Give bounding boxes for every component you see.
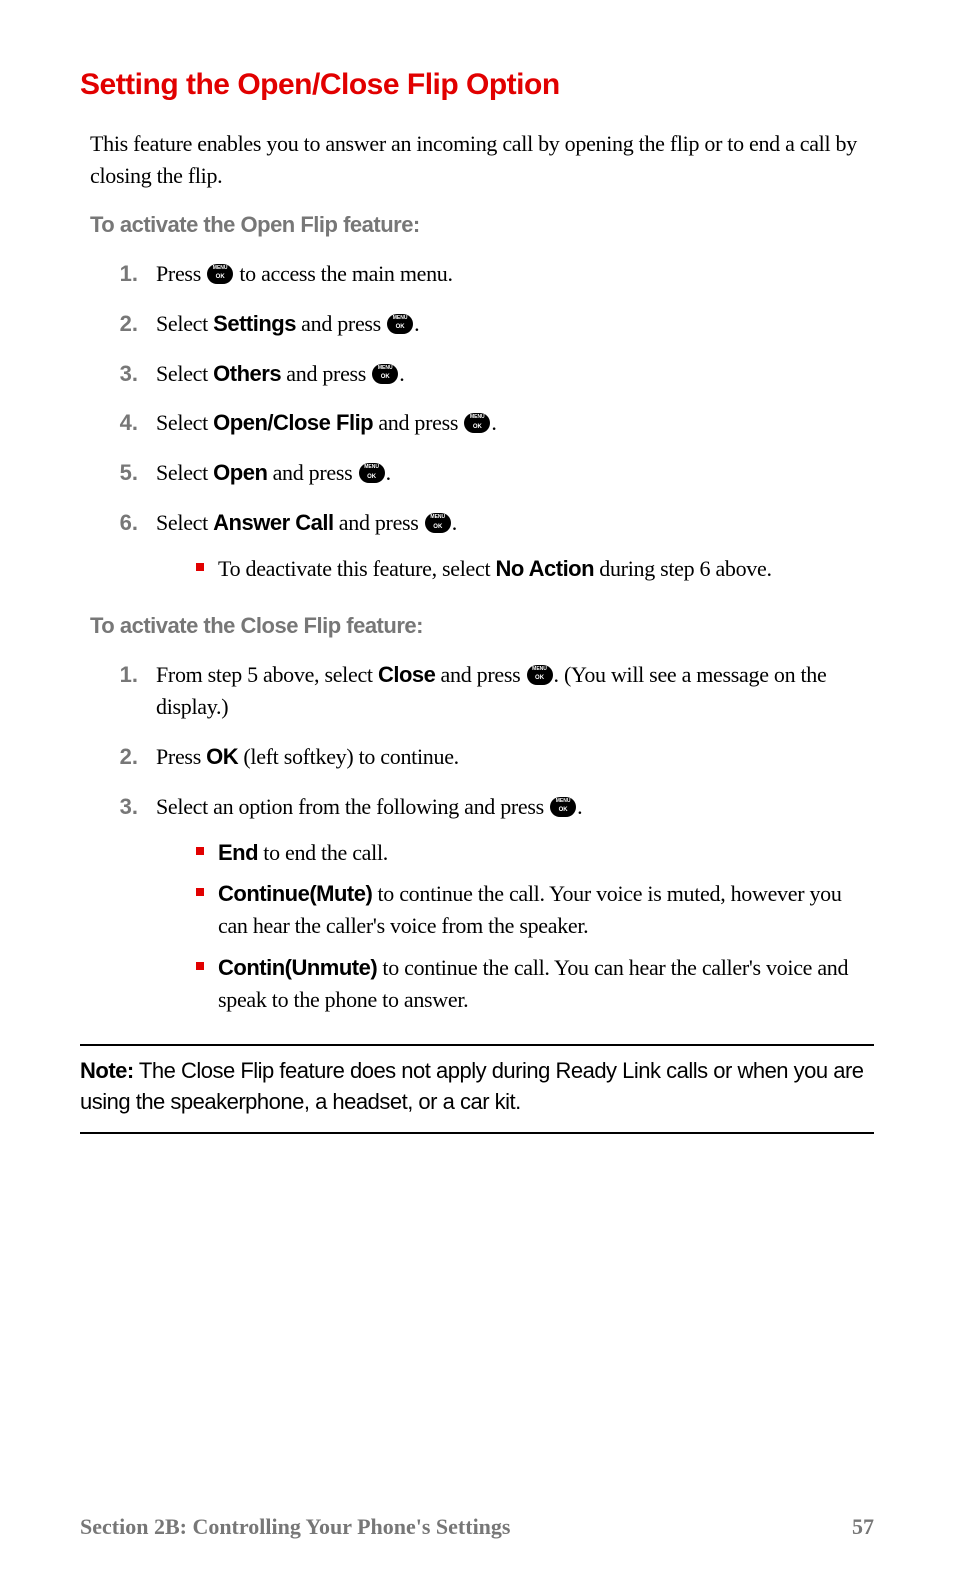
- note-label: Note:: [80, 1058, 134, 1083]
- selection-close: Close: [378, 662, 435, 687]
- note-text: The Close Flip feature does not apply du…: [80, 1058, 864, 1114]
- menu-ok-icon: [550, 797, 576, 817]
- note-block: Note: The Close Flip feature does not ap…: [80, 1044, 874, 1134]
- text: and press: [435, 662, 525, 687]
- text: Select: [156, 460, 213, 485]
- step-number: 2.: [110, 308, 156, 340]
- text: Select: [156, 410, 213, 435]
- step-item: 3. Select Others and press .: [110, 358, 874, 390]
- menu-ok-icon: [207, 264, 233, 284]
- text: To deactivate this feature, select: [218, 556, 496, 581]
- text: .: [399, 361, 404, 386]
- intro-paragraph: This feature enables you to answer an in…: [90, 128, 874, 192]
- sub-bullets: To deactivate this feature, select No Ac…: [196, 553, 874, 585]
- step-body: Select Open/Close Flip and press .: [156, 407, 874, 439]
- step-item: 5. Select Open and press .: [110, 457, 874, 489]
- step-item: 2. Select Settings and press .: [110, 308, 874, 340]
- red-square-bullet-icon: [196, 563, 204, 571]
- step-item: 4. Select Open/Close Flip and press .: [110, 407, 874, 439]
- step-body: Select Answer Call and press . To deacti…: [156, 507, 874, 595]
- sub-bullets: End to end the call. Continue(Mute) to c…: [196, 837, 874, 1016]
- step-number: 2.: [110, 741, 156, 773]
- bullet-item: To deactivate this feature, select No Ac…: [196, 553, 874, 585]
- selection-contin-unmute: Contin(Unmute): [218, 955, 377, 980]
- menu-ok-icon: [527, 665, 553, 685]
- selection-open: Open: [213, 460, 267, 485]
- red-square-bullet-icon: [196, 888, 204, 896]
- text: Press: [156, 261, 206, 286]
- steps-close-flip: 1. From step 5 above, select Close and p…: [110, 659, 874, 1026]
- step-number: 3.: [110, 358, 156, 390]
- text: .: [491, 410, 496, 435]
- page-number: 57: [852, 1514, 874, 1540]
- step-item: 2. Press OK (left softkey) to continue.: [110, 741, 874, 773]
- text: .: [452, 510, 457, 535]
- step-item: 3. Select an option from the following a…: [110, 791, 874, 1026]
- step-number: 4.: [110, 407, 156, 439]
- step-body: Select an option from the following and …: [156, 791, 874, 1026]
- step-item: 6. Select Answer Call and press . To dea…: [110, 507, 874, 595]
- red-square-bullet-icon: [196, 847, 204, 855]
- selection-end: End: [218, 840, 258, 865]
- bullet-body: End to end the call.: [218, 837, 874, 869]
- step-item: 1. Press to access the main menu.: [110, 258, 874, 290]
- selection-settings: Settings: [213, 311, 296, 336]
- page-footer: Section 2B: Controlling Your Phone's Set…: [80, 1514, 874, 1540]
- selection-continue-mute: Continue(Mute): [218, 881, 372, 906]
- subheading-close-flip: To activate the Close Flip feature:: [90, 613, 874, 639]
- subheading-open-flip: To activate the Open Flip feature:: [90, 212, 874, 238]
- step-number: 3.: [110, 791, 156, 1026]
- menu-ok-icon: [372, 364, 398, 384]
- step-body: Select Open and press .: [156, 457, 874, 489]
- menu-ok-icon: [359, 463, 385, 483]
- step-number: 1.: [110, 659, 156, 723]
- step-number: 5.: [110, 457, 156, 489]
- text: and press: [373, 410, 463, 435]
- text: From step 5 above, select: [156, 662, 378, 687]
- text: to access the main menu.: [234, 261, 453, 286]
- text: and press: [281, 361, 371, 386]
- step-number: 1.: [110, 258, 156, 290]
- text: Select: [156, 361, 213, 386]
- text: and press: [334, 510, 424, 535]
- selection-ok: OK: [206, 744, 238, 769]
- menu-ok-icon: [464, 413, 490, 433]
- text: Select: [156, 311, 213, 336]
- bullet-item: End to end the call.: [196, 837, 874, 869]
- step-item: 1. From step 5 above, select Close and p…: [110, 659, 874, 723]
- selection-answer-call: Answer Call: [213, 510, 333, 535]
- selection-open-close-flip: Open/Close Flip: [213, 410, 373, 435]
- bullet-body: Contin(Unmute) to continue the call. You…: [218, 952, 874, 1016]
- footer-section: Section 2B: Controlling Your Phone's Set…: [80, 1514, 510, 1540]
- text: Select: [156, 510, 213, 535]
- text: .: [386, 460, 391, 485]
- menu-ok-icon: [387, 314, 413, 334]
- step-body: From step 5 above, select Close and pres…: [156, 659, 874, 723]
- menu-ok-icon: [425, 513, 451, 533]
- step-body: Select Others and press .: [156, 358, 874, 390]
- text: .: [577, 794, 582, 819]
- section-heading: Setting the Open/Close Flip Option: [80, 68, 874, 102]
- text: and press: [296, 311, 386, 336]
- text: Press: [156, 744, 206, 769]
- text: and press: [267, 460, 357, 485]
- selection-others: Others: [213, 361, 281, 386]
- step-body: Select Settings and press .: [156, 308, 874, 340]
- step-body: Press OK (left softkey) to continue.: [156, 741, 874, 773]
- bullet-item: Contin(Unmute) to continue the call. You…: [196, 952, 874, 1016]
- text: during step 6 above.: [594, 556, 772, 581]
- steps-open-flip: 1. Press to access the main menu. 2. Sel…: [110, 258, 874, 595]
- step-number: 6.: [110, 507, 156, 595]
- text: Select an option from the following and …: [156, 794, 549, 819]
- bullet-item: Continue(Mute) to continue the call. You…: [196, 878, 874, 942]
- text: .: [414, 311, 419, 336]
- bullet-body: Continue(Mute) to continue the call. You…: [218, 878, 874, 942]
- text: to end the call.: [258, 840, 388, 865]
- red-square-bullet-icon: [196, 962, 204, 970]
- selection-no-action: No Action: [496, 556, 595, 581]
- bullet-body: To deactivate this feature, select No Ac…: [218, 553, 874, 585]
- text: (left softkey) to continue.: [238, 744, 459, 769]
- step-body: Press to access the main menu.: [156, 258, 874, 290]
